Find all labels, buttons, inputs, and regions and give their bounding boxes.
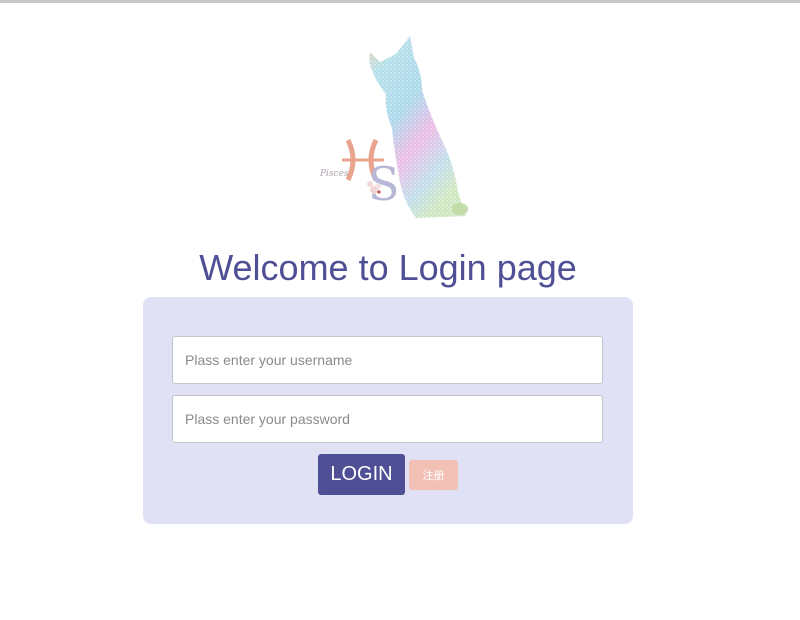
logo-text: Pisces (319, 169, 349, 179)
login-form-panel: LOGIN 注册 (143, 297, 633, 524)
login-button[interactable]: LOGIN (318, 454, 405, 495)
page-title: Welcome to Login page (199, 247, 577, 288)
register-button[interactable]: 注册 (409, 460, 458, 490)
username-input[interactable] (172, 336, 603, 384)
cat-logo-icon: S Pisces (318, 32, 478, 222)
browser-top-border (0, 0, 800, 3)
password-input[interactable] (172, 395, 603, 443)
